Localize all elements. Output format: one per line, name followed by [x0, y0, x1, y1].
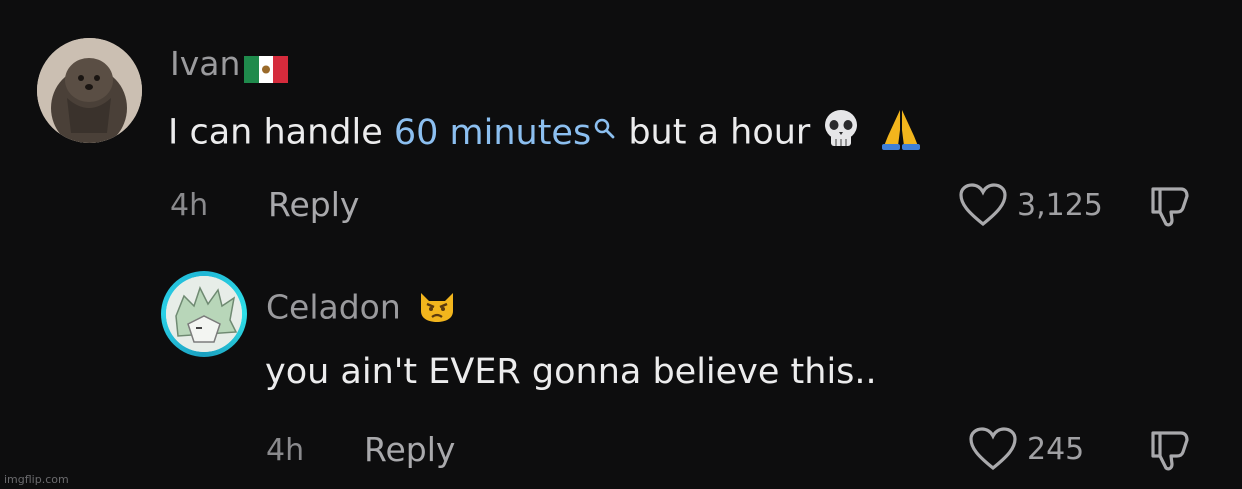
heart-icon[interactable]: [968, 426, 1018, 476]
comment-2-username-row: Celadon: [266, 287, 457, 331]
like-count: 245: [1027, 432, 1085, 467]
avatar-ivan[interactable]: [37, 38, 142, 143]
avatar-celadon[interactable]: [161, 271, 247, 357]
reply-button[interactable]: Reply: [268, 185, 359, 224]
comment-2-text: you ain't EVER gonna believe this..: [265, 352, 877, 392]
dislike-icon[interactable]: [1147, 184, 1193, 232]
angry-cat-emoji: [417, 287, 457, 331]
dislike-icon[interactable]: [1147, 428, 1193, 476]
heart-icon[interactable]: [958, 182, 1008, 232]
search-link-label[interactable]: 60 minutes: [394, 113, 591, 153]
comment-1-text: I can handle 60 minutes but a hour: [168, 106, 924, 161]
like-button[interactable]: [968, 426, 1018, 476]
comment-1-timestamp: 4h: [170, 188, 209, 223]
like-button[interactable]: [958, 182, 1008, 232]
search-link-60-minutes[interactable]: 60 minutes: [394, 113, 617, 153]
comment-1-text-suffix: but a hour: [617, 112, 811, 153]
mexico-flag-icon: [244, 52, 289, 83]
watermark: imgflip.com: [4, 473, 69, 486]
skull-emoji: [818, 106, 864, 161]
comment-2-timestamp: 4h: [266, 433, 305, 468]
reply-button[interactable]: Reply: [364, 430, 455, 469]
username-ivan[interactable]: Ivan: [170, 44, 240, 83]
comment-1-text-prefix: I can handle: [168, 112, 394, 153]
comment-1-username-row: Ivan: [170, 44, 289, 83]
username-celadon[interactable]: Celadon: [266, 288, 401, 327]
otter-avatar-image: [37, 38, 142, 143]
search-icon[interactable]: [593, 110, 617, 150]
anime-avatar-image: [166, 276, 242, 352]
folded-hands-emoji: [878, 106, 924, 161]
like-count: 3,125: [1017, 188, 1103, 223]
